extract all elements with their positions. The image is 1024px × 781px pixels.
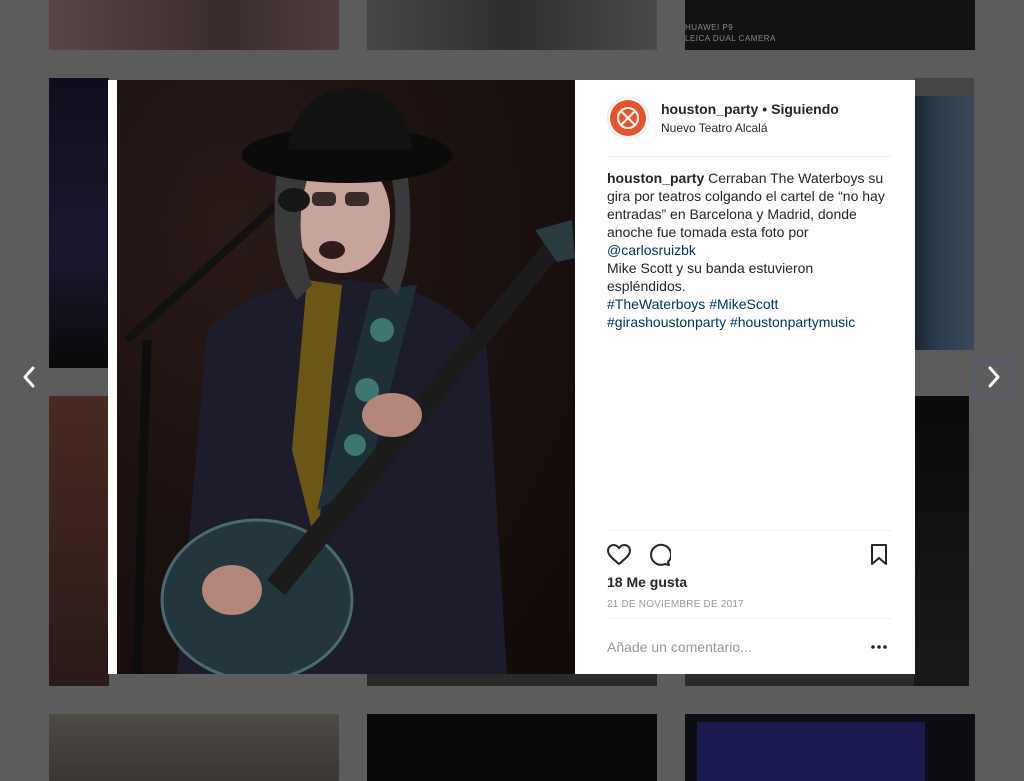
- post-modal: houston_party • Siguiendo Nuevo Teatro Alc…: [108, 80, 915, 674]
- grid-thumbnail[interactable]: [367, 714, 657, 781]
- guitarist-illustration: [124, 88, 575, 674]
- grid-thumbnail[interactable]: [49, 396, 109, 686]
- bookmark-icon: [871, 544, 887, 565]
- houston-party-logo-icon: [610, 100, 646, 136]
- more-options-button[interactable]: [867, 635, 891, 659]
- save-button[interactable]: [867, 543, 891, 567]
- post-photo[interactable]: [108, 80, 575, 674]
- concert-photo: [117, 80, 575, 674]
- mention-link[interactable]: @carlosruizbk: [607, 242, 696, 258]
- grid-thumbnail[interactable]: [914, 96, 974, 350]
- location-link[interactable]: Nuevo Teatro Alcalá: [661, 119, 839, 137]
- hashtag-link[interactable]: #houstonpartymusic: [730, 314, 855, 330]
- grid-thumbnail[interactable]: [914, 78, 974, 96]
- comment-input[interactable]: [607, 639, 867, 655]
- hashtag-link[interactable]: #TheWaterboys: [607, 296, 705, 312]
- grid-thumbnail[interactable]: [367, 0, 657, 50]
- username-link[interactable]: houston_party: [661, 101, 758, 117]
- grid-thumbnail[interactable]: HUAWEI P9 LEICA DUAL CAMERA: [685, 0, 975, 50]
- post-caption: houston_party Cerraban The Waterboys su …: [607, 169, 891, 331]
- grid-thumbnail[interactable]: [49, 714, 339, 781]
- chevron-right-icon: [988, 366, 1000, 388]
- post-actions: [607, 530, 891, 567]
- camera-watermark: HUAWEI P9 LEICA DUAL CAMERA: [685, 23, 776, 43]
- more-options-icon: [871, 645, 887, 649]
- hashtag-link[interactable]: #MikeScott: [709, 296, 778, 312]
- comment-icon: [650, 543, 671, 566]
- grid-thumbnail[interactable]: [685, 714, 975, 781]
- post-header: houston_party • Siguiendo Nuevo Teatro Alc…: [607, 80, 891, 157]
- hashtag-link[interactable]: #girashoustonparty: [607, 314, 726, 330]
- grid-thumbnail[interactable]: [49, 0, 339, 50]
- post-sidebar: houston_party • Siguiendo Nuevo Teatro Alc…: [575, 80, 915, 674]
- like-button[interactable]: [607, 543, 631, 567]
- comment-box: [607, 618, 891, 675]
- comment-button[interactable]: [647, 543, 671, 567]
- caption-username[interactable]: houston_party: [607, 170, 704, 186]
- caption-text-line2: Mike Scott y su banda estuvieron esplénd…: [607, 260, 814, 294]
- next-post-button[interactable]: [975, 358, 1013, 396]
- avatar[interactable]: [607, 97, 649, 139]
- heart-icon: [607, 544, 631, 565]
- post-date[interactable]: 21 DE NOVIEMBRE DE 2017: [607, 599, 744, 610]
- grid-thumbnail[interactable]: [914, 396, 969, 686]
- previous-post-button[interactable]: [10, 358, 48, 396]
- thumbnail-image: [697, 722, 925, 781]
- chevron-left-icon: [23, 366, 35, 388]
- separator-dot: •: [762, 100, 768, 117]
- likes-count[interactable]: 18 Me gusta: [607, 574, 687, 590]
- grid-thumbnail[interactable]: [49, 78, 109, 368]
- follow-status-button[interactable]: Siguiendo: [771, 101, 839, 117]
